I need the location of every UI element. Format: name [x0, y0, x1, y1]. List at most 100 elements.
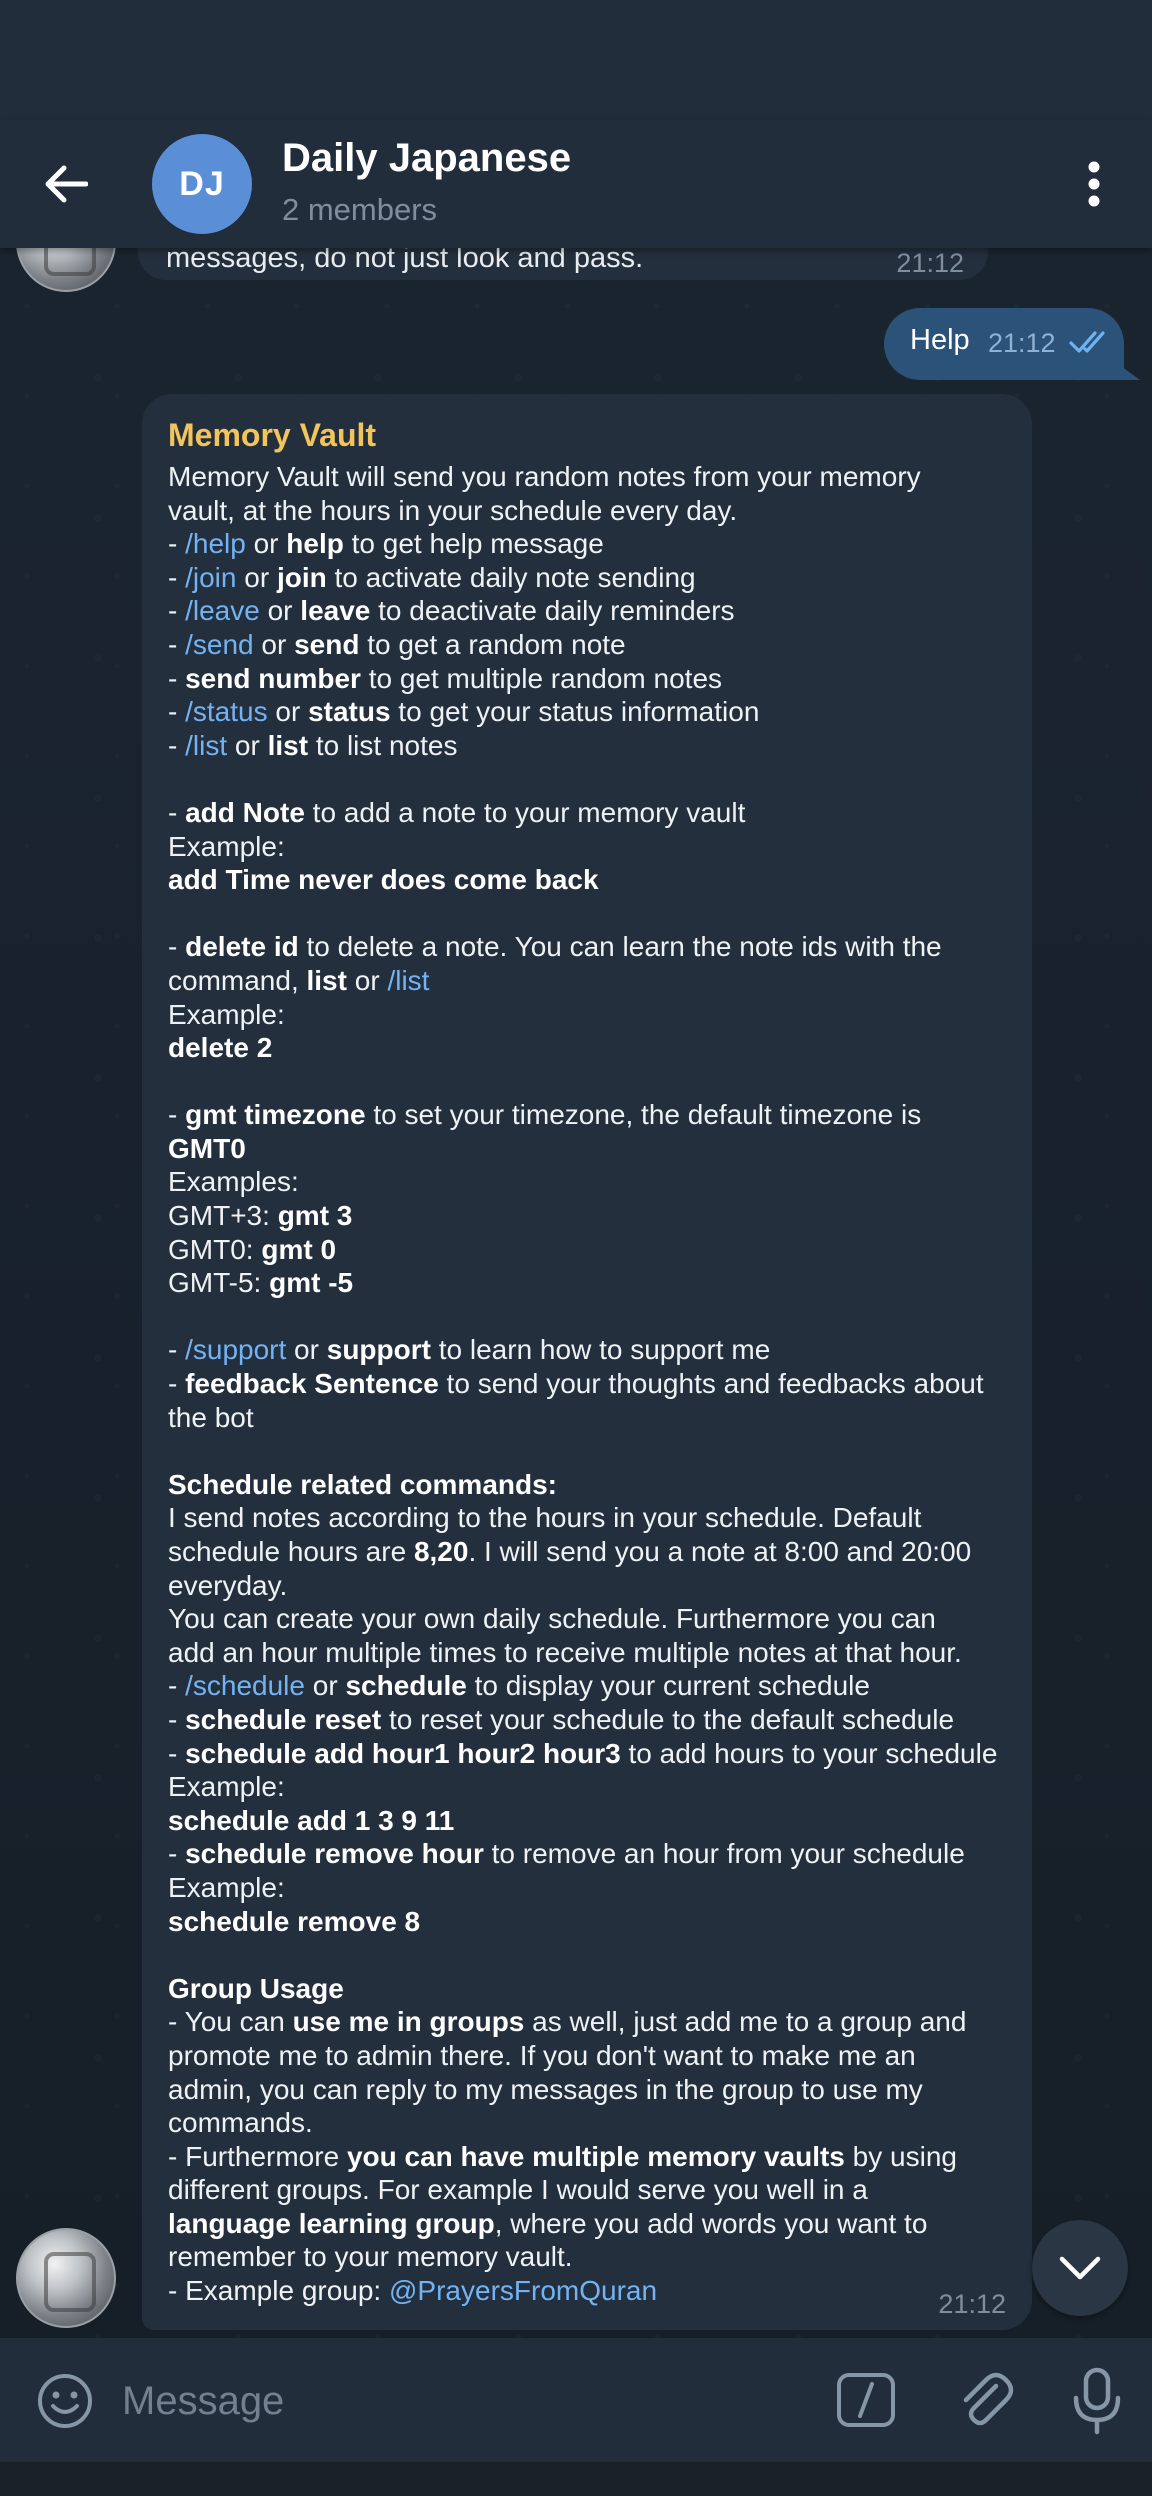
- plain-text: to get your status information: [390, 696, 760, 728]
- message-line: - /help or help to get help message: [168, 527, 1006, 561]
- plain-text: commands.: [168, 2107, 313, 2139]
- plain-text: admin, you can reply to my messages in t…: [168, 2073, 923, 2105]
- bold-text: delete id: [185, 931, 299, 963]
- microphone-icon[interactable]: [1066, 2366, 1128, 2436]
- bold-text: schedule add hour1 hour2 hour3: [185, 1737, 621, 1769]
- bold-text: schedule remove hour: [185, 1838, 484, 1870]
- bold-text: schedule reset: [185, 1703, 382, 1735]
- chat-avatar[interactable]: DJ: [152, 134, 252, 234]
- command-link[interactable]: /list: [387, 965, 429, 996]
- message-line: - gmt timezone to set your timezone, the…: [168, 1098, 1006, 1132]
- plain-text: Example:: [168, 1871, 285, 1903]
- command-link[interactable]: /status: [185, 696, 267, 727]
- plain-text: -: [168, 628, 186, 660]
- plain-text: vault, at the hours in your schedule eve…: [168, 494, 738, 526]
- more-button[interactable]: [1070, 150, 1118, 218]
- bold-text: schedule remove 8: [168, 1905, 421, 1937]
- bot-avatar[interactable]: [16, 248, 116, 292]
- paperclip-icon[interactable]: [952, 2368, 1016, 2432]
- plain-text: or: [346, 964, 388, 996]
- message-line: commands.: [168, 2106, 1006, 2140]
- message-line: Group Usage: [168, 1972, 1006, 2006]
- plain-text: -: [168, 1368, 186, 1400]
- message-line: I send notes according to the hours in y…: [168, 1501, 1006, 1535]
- plain-text: -: [168, 1670, 186, 1702]
- message-line: - Furthermore you can have multiple memo…: [168, 2140, 1006, 2174]
- message-line: GMT0: gmt 0: [168, 1233, 1006, 1267]
- plain-text: -: [168, 1737, 186, 1769]
- bold-text: gmt timezone: [185, 1099, 366, 1131]
- message-line: admin, you can reply to my messages in t…: [168, 2073, 1006, 2107]
- message-line: - /leave or leave to deactivate daily re…: [168, 594, 1006, 628]
- command-link[interactable]: /send: [185, 629, 254, 660]
- plain-text: remember to your memory vault.: [168, 2241, 573, 2273]
- command-link[interactable]: /list: [185, 730, 227, 761]
- plain-text: GMT0:: [168, 1233, 262, 1265]
- command-link[interactable]: /support: [185, 1334, 286, 1365]
- back-button[interactable]: [34, 152, 98, 216]
- plain-text: to get help message: [343, 528, 604, 560]
- composer-bar: [0, 2338, 1152, 2462]
- message-list[interactable]: messages, do not just look and pass. 21:…: [0, 248, 1152, 2338]
- bold-text: add Note: [185, 796, 305, 828]
- plain-text: -: [168, 561, 186, 593]
- message-line: GMT+3: gmt 3: [168, 1199, 1006, 1233]
- plain-text: Memory Vault will send you random notes …: [168, 461, 921, 492]
- message-line: - schedule remove hour to remove an hour…: [168, 1837, 1006, 1871]
- message-line: add an hour multiple times to receive mu…: [168, 1636, 1006, 1670]
- message-bubble-previous[interactable]: messages, do not just look and pass. 21:…: [138, 248, 988, 280]
- emoji-icon[interactable]: [36, 2372, 94, 2430]
- plain-text: -: [168, 796, 186, 828]
- plain-text: to add hours to your schedule: [620, 1737, 998, 1769]
- message-line: vault, at the hours in your schedule eve…: [168, 494, 1006, 528]
- plain-text: by using: [844, 2140, 957, 2172]
- plain-text: the bot: [168, 1401, 254, 1433]
- plain-text: I send notes according to the hours in y…: [168, 1502, 922, 1534]
- double-check-icon: [1069, 331, 1105, 353]
- bot-message-bubble[interactable]: Memory Vault Memory Vault will send you …: [142, 394, 1032, 2330]
- message-line: You can create your own daily schedule. …: [168, 1602, 1006, 1636]
- plain-text: to activate daily note sending: [326, 561, 696, 593]
- plain-text: add an hour multiple times to receive mu…: [168, 1636, 962, 1668]
- plain-text: or: [245, 528, 287, 560]
- command-link[interactable]: /leave: [185, 595, 260, 626]
- command-link[interactable]: /schedule: [185, 1670, 305, 1701]
- slash-command-icon[interactable]: [836, 2372, 896, 2428]
- sender-name[interactable]: Memory Vault: [168, 414, 1006, 456]
- plain-text: - Example group:: [168, 2275, 389, 2307]
- chevron-down-icon: [1059, 2256, 1101, 2280]
- bold-text: send: [294, 628, 360, 660]
- bot-avatar[interactable]: [16, 2228, 116, 2328]
- command-link[interactable]: /help: [185, 528, 246, 559]
- message-line: - /list or list to list notes: [168, 729, 1006, 763]
- chat-title[interactable]: Daily Japanese: [282, 136, 571, 181]
- bold-text: you can have multiple memory vaults: [346, 2140, 845, 2172]
- message-line: - /status or status to get your status i…: [168, 695, 1006, 729]
- message-line: language learning group, where you add w…: [168, 2207, 1006, 2241]
- scroll-down-button[interactable]: [1032, 2220, 1128, 2316]
- plain-text: -: [168, 595, 186, 627]
- plain-text: -: [168, 1838, 186, 1870]
- message-line: - Example group: @PrayersFromQuran: [168, 2274, 1006, 2308]
- command-link[interactable]: @PrayersFromQuran: [389, 2275, 657, 2306]
- message-line: Example:: [168, 998, 1006, 1032]
- plain-text: as well, just add me to a group and: [524, 2006, 967, 2038]
- arrow-left-icon: [45, 165, 88, 203]
- message-text: Help: [910, 324, 970, 356]
- bold-text: Schedule related commands:: [168, 1468, 558, 1500]
- message-line: remember to your memory vault.: [168, 2240, 1006, 2274]
- plain-text: to set your timezone, the default timezo…: [365, 1099, 922, 1131]
- plain-text: or: [286, 1334, 327, 1366]
- plain-text: Examples:: [168, 1166, 299, 1198]
- command-link[interactable]: /join: [185, 562, 236, 593]
- message-input[interactable]: [120, 2368, 804, 2434]
- bold-text: Group Usage: [168, 1972, 344, 2004]
- plain-text: to reset your schedule to the default sc…: [381, 1703, 955, 1735]
- plain-text: to deactivate daily reminders: [370, 595, 735, 627]
- plain-text: different groups. For example I would se…: [168, 2174, 868, 2206]
- outgoing-message[interactable]: Help 21:12: [884, 308, 1124, 380]
